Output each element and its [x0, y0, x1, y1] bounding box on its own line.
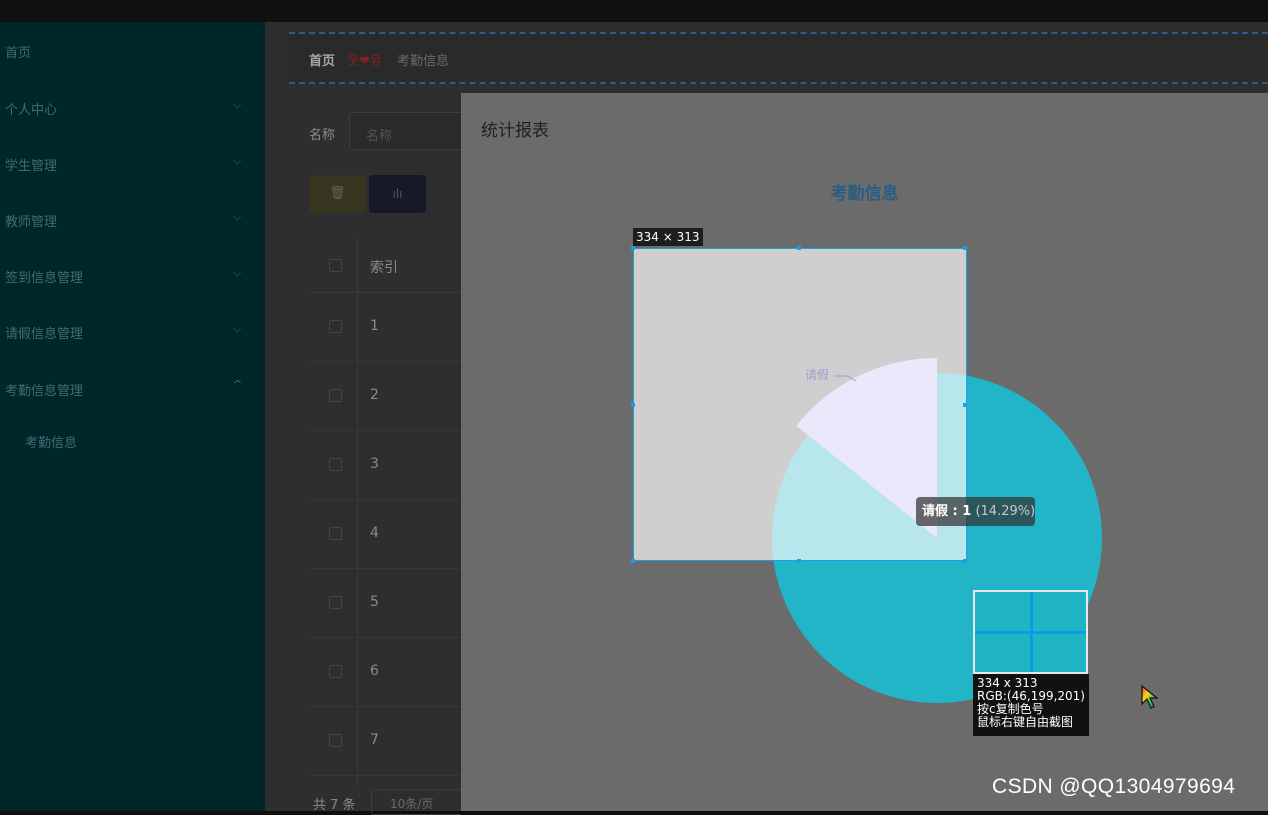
- pie-label-line: [834, 375, 857, 382]
- watermark: CSDN @QQ1304979694: [992, 775, 1236, 798]
- tooltip-separator: :: [948, 504, 963, 519]
- tooltip-percent: (14.29%): [975, 504, 1036, 519]
- pie-slice-label: 请假: [805, 368, 829, 382]
- mouse-cursor-icon: [1141, 684, 1159, 709]
- crosshair-vertical: [1030, 592, 1033, 672]
- tooltip-name: 请假: [922, 504, 949, 519]
- chart-tooltip: 请假 : 1 (14.29%): [916, 497, 1035, 526]
- color-picker-info: 334 x 313 RGB:(46,199,201) 按c复制色号 鼠标右键自由…: [973, 674, 1089, 736]
- info-freeform-hint: 鼠标右键自由截图: [977, 715, 1074, 729]
- color-picker-magnifier: [973, 590, 1088, 674]
- tooltip-value: 1: [962, 504, 972, 519]
